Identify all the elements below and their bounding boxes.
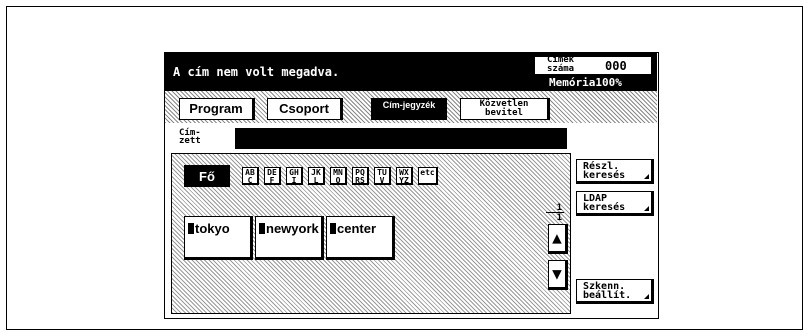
email-type-icon (330, 223, 336, 234)
scroll-up-button[interactable]: ▲ (548, 224, 568, 254)
scan-settings-button[interactable]: Szkenn. beállít. (576, 279, 654, 304)
status-message: A cím nem volt megadva. (173, 65, 340, 79)
counter-label: Címek száma (547, 55, 575, 74)
index-tab-etc[interactable]: etc (418, 167, 438, 185)
recipient-label: Cím-zett (179, 128, 201, 146)
entry-label: newyork (266, 221, 319, 236)
detail-search-button[interactable]: Részl. keresés (576, 159, 654, 184)
memory-indicator: Memória100% (549, 76, 622, 89)
index-tab-tuv[interactable]: TU V (374, 167, 391, 185)
scan-settings-label: Szkenn. beállít. (583, 281, 632, 301)
tab-cimjegyzek[interactable]: Cím-jegyzék (371, 98, 447, 120)
entry-label: center (337, 221, 377, 236)
index-tab-abc[interactable]: AB C (242, 167, 259, 185)
address-entry[interactable]: tokyo (184, 216, 253, 260)
touch-panel: A cím nem volt megadva. Címek száma 000 … (164, 52, 659, 319)
recipient-field[interactable] (235, 128, 567, 149)
index-tab-mno[interactable]: MN O (330, 167, 347, 185)
tab-program[interactable]: Program (179, 98, 255, 120)
detail-search-label: Részl. keresés (583, 161, 626, 181)
recipient-row: Cím-zett (165, 123, 570, 151)
counter-value: 000 (605, 59, 627, 73)
email-type-icon (188, 223, 194, 234)
ldap-search-button[interactable]: LDAP keresés (576, 191, 654, 216)
tab-csoport[interactable]: Csoport (267, 98, 343, 120)
page-total: 1 (556, 213, 562, 223)
index-tab-wxyz[interactable]: WX YZ (396, 167, 413, 185)
ldap-search-label: LDAP keresés (583, 193, 626, 213)
scroll-down-button[interactable]: ▼ (548, 260, 568, 290)
index-tab-main[interactable]: Fő (184, 165, 230, 187)
email-type-icon (259, 223, 265, 234)
index-tab-pqrs[interactable]: PQ RS (352, 167, 369, 185)
address-book-panel: Fő AB C DE F GH I JK L MN O PQ RS TU V W… (171, 153, 571, 314)
up-arrow-icon: ▲ (552, 228, 562, 247)
address-counter: Címek száma 000 (535, 55, 651, 74)
down-arrow-icon: ▼ (552, 264, 562, 283)
address-entry[interactable]: newyork (255, 216, 324, 260)
corner-icon (644, 206, 649, 211)
tab-kozvetlen-bevitel[interactable]: Közvetlen bevitel (460, 98, 550, 120)
message-bar: A cím nem volt megadva. Címek száma 000 … (165, 53, 657, 91)
address-entry[interactable]: center (326, 216, 395, 260)
corner-icon (644, 294, 649, 299)
index-tab-jkl[interactable]: JK L (308, 167, 325, 185)
page-frame: A cím nem volt megadva. Címek száma 000 … (6, 6, 803, 330)
tab-bar: Program Csoport Cím-jegyzék Közvetlen be… (165, 91, 657, 123)
corner-icon (644, 174, 649, 179)
entry-label: tokyo (195, 221, 230, 236)
index-tab-ghi[interactable]: GH I (286, 167, 303, 185)
index-tab-def[interactable]: DE F (264, 167, 281, 185)
